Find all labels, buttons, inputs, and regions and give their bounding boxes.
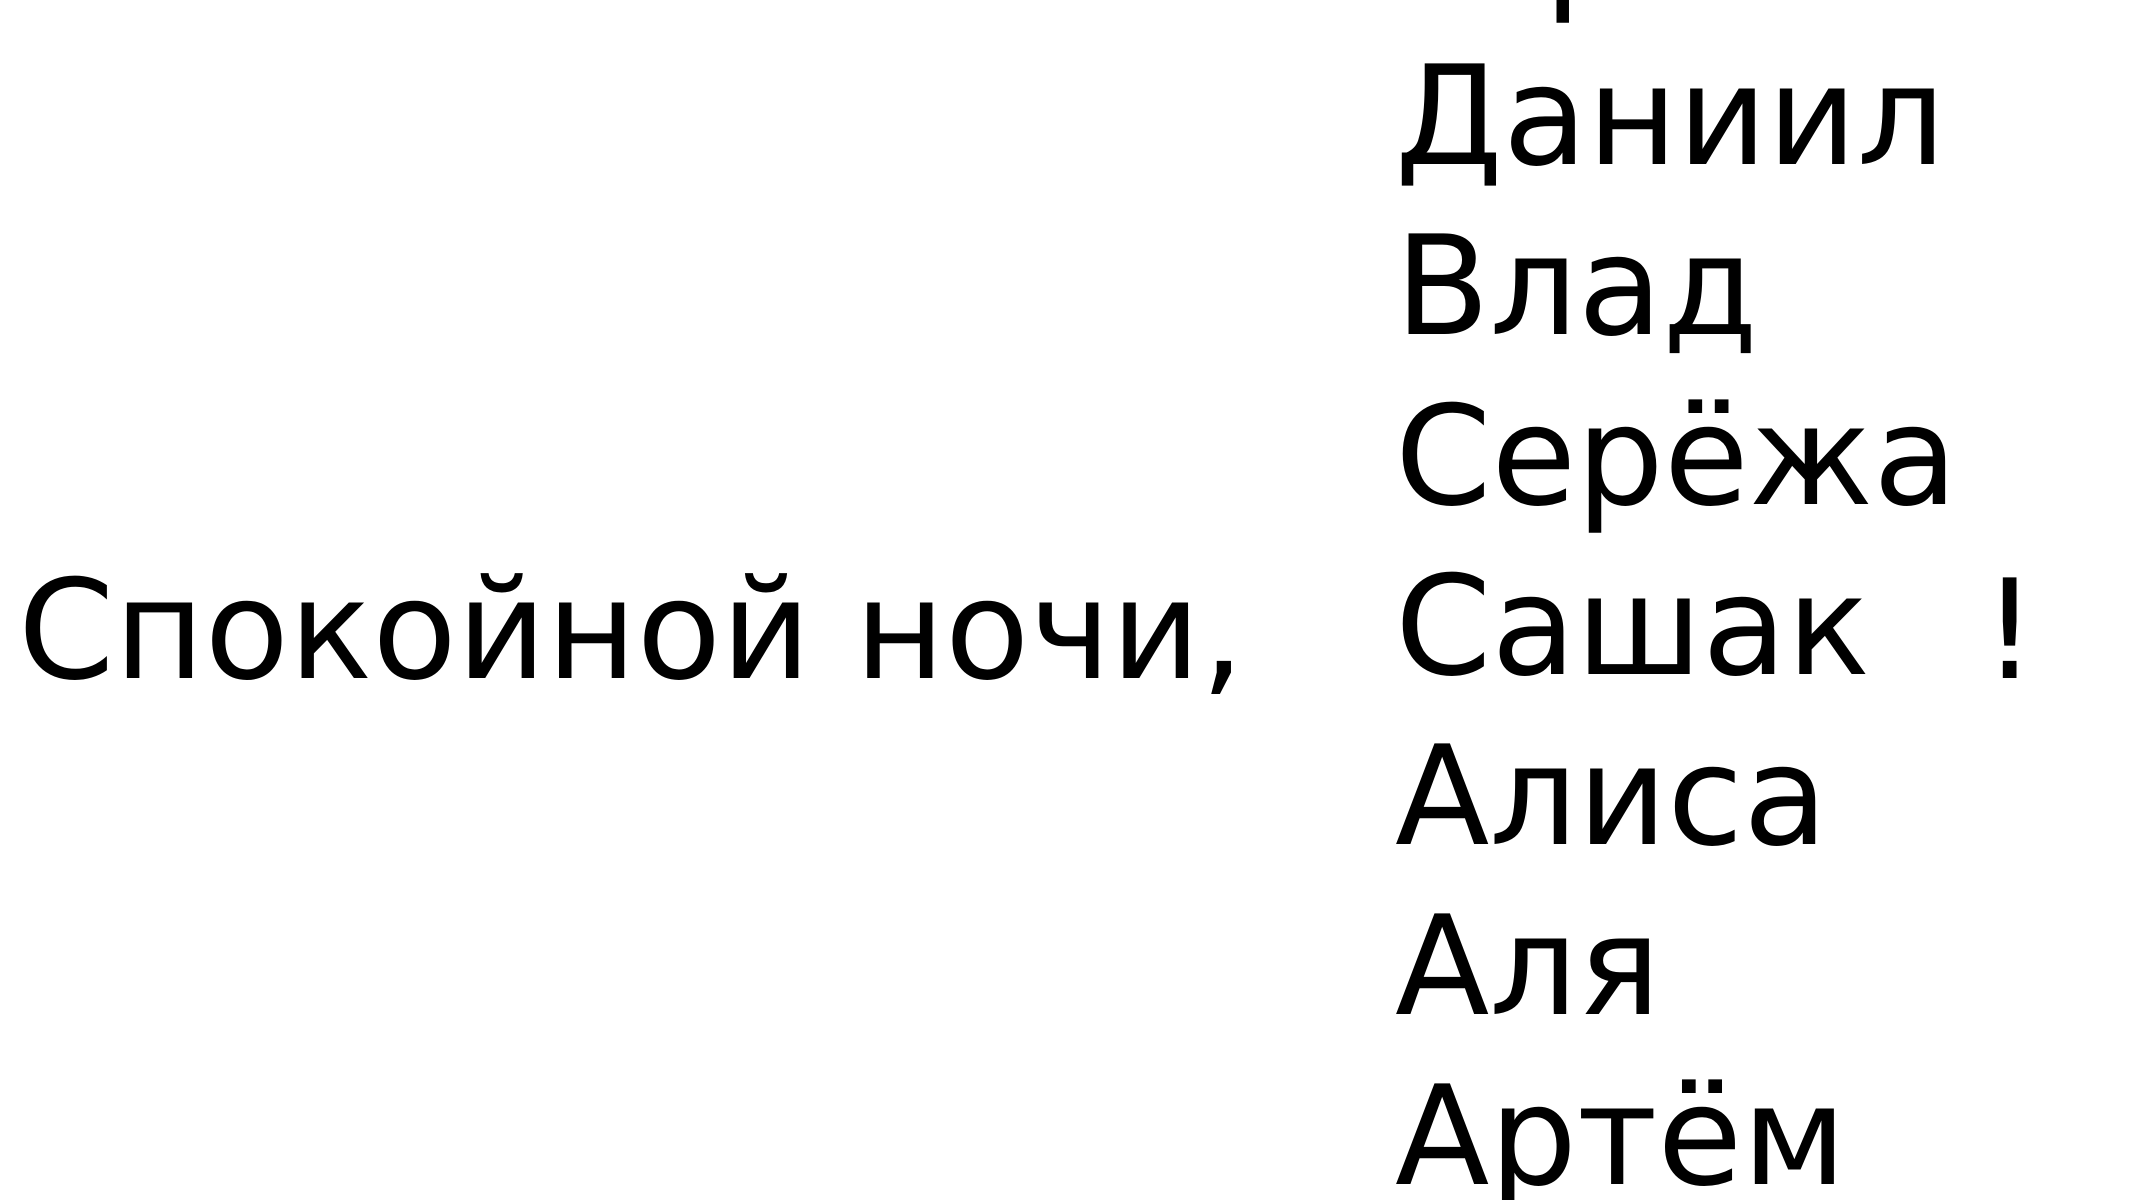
name-item: Даниил: [1395, 36, 1946, 197]
name-item: Артём: [1395, 1056, 1847, 1200]
name-reel: Юра Даниил Влад Серёжа Сашак Алиса Аля А…: [1395, 0, 2015, 1200]
slot-machine-greeting: Спокойной ночи, Юра Даниил Влад Серёжа С…: [0, 0, 2133, 1200]
exclamation-mark: !: [1982, 550, 2038, 711]
name-item-selected: Сашак: [1395, 546, 1871, 707]
greeting-text: Спокойной ночи,: [18, 550, 1245, 711]
name-item: Юра: [1395, 0, 2015, 32]
name-item: Аля: [1395, 886, 1661, 1047]
name-item: Алиса: [1395, 716, 1828, 877]
name-item: Влад: [1395, 206, 1758, 367]
name-item: Серёжа: [1395, 376, 1958, 537]
